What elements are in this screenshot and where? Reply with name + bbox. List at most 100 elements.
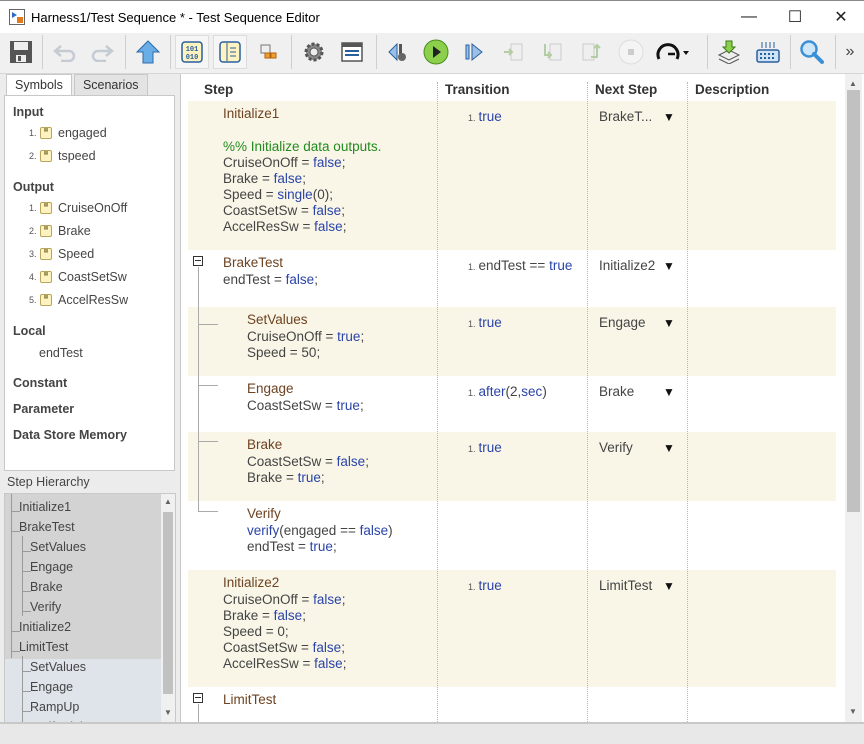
step-name[interactable]: Brake (247, 437, 282, 452)
show-in-model-button[interactable] (252, 35, 286, 69)
symbol-item[interactable]: 3. ▦ Speed (29, 247, 94, 261)
close-button[interactable]: ✕ (818, 0, 864, 33)
step-action-line[interactable]: CruiseOnOff = false; (223, 592, 345, 608)
transition-condition[interactable]: 1. true (468, 578, 502, 593)
step-action-line[interactable]: Brake = false; (223, 171, 306, 187)
transition-condition[interactable]: 1. after(2,sec) (468, 384, 547, 399)
step-action-line[interactable]: CoastSetSw = true; (247, 398, 364, 414)
dropdown-arrow-icon[interactable]: ▼ (663, 110, 675, 124)
transition-condition[interactable]: 1. true (468, 109, 502, 124)
step-action-line[interactable]: CruiseOnOff = true; (247, 329, 364, 345)
transition-condition[interactable]: 1. true (468, 315, 502, 330)
hierarchy-item[interactable]: Engage (30, 677, 73, 697)
section-input[interactable]: Input (13, 105, 44, 119)
maximize-button[interactable]: ☐ (772, 0, 818, 33)
hierarchy-item[interactable]: Brake (30, 577, 63, 597)
symbol-item[interactable]: 1. ▦ engaged (29, 126, 107, 140)
step-name[interactable]: BrakeTest (223, 255, 283, 270)
hierarchy-item[interactable]: SetValues (30, 657, 86, 677)
step-back-button[interactable] (381, 35, 415, 69)
symbol-item[interactable]: 2. ▦ tspeed (29, 149, 96, 163)
step-hierarchy-button[interactable] (213, 35, 247, 69)
scroll-down-icon[interactable]: ▼ (164, 708, 172, 717)
scrollbar-thumb[interactable] (847, 90, 860, 512)
transition-condition[interactable]: 1. endTest == true (468, 258, 572, 273)
dropdown-arrow-icon[interactable]: ▼ (663, 441, 675, 455)
next-step-select[interactable]: Verify (599, 440, 633, 455)
step-action-line[interactable]: verify(engaged == false) (247, 523, 393, 539)
column-header-step[interactable]: Step (204, 82, 233, 97)
step-over-button[interactable] (535, 35, 569, 69)
step-action-line[interactable]: Brake = false; (223, 608, 306, 624)
collapse-limittest-icon[interactable] (193, 693, 203, 703)
step-action-line[interactable]: AccelResSw = false; (223, 219, 346, 235)
column-header-description[interactable]: Description (695, 82, 769, 97)
simulation-pacing-button[interactable] (652, 35, 696, 69)
next-step-select[interactable]: LimitTest (599, 578, 652, 593)
section-local[interactable]: Local (13, 324, 46, 338)
step-action-line[interactable]: CoastSetSw = false; (223, 203, 345, 219)
stop-button[interactable] (614, 35, 648, 69)
table-view-button[interactable] (335, 35, 369, 69)
step-action-line[interactable]: endTest = true; (247, 539, 337, 555)
scroll-up-icon[interactable]: ▲ (849, 79, 857, 88)
step-name[interactable]: SetValues (247, 312, 308, 327)
step-row-limittest[interactable] (188, 687, 836, 724)
hierarchy-item[interactable]: Initialize2 (19, 617, 71, 637)
hierarchy-item[interactable]: Initialize1 (19, 497, 71, 517)
symbol-item[interactable]: endTest (39, 346, 83, 360)
toolbar-overflow-button[interactable]: » (838, 35, 862, 69)
column-header-next-step[interactable]: Next Step (595, 82, 657, 97)
step-action-line[interactable]: AccelResSw = false; (223, 656, 346, 672)
next-step-select[interactable]: Engage (599, 315, 646, 330)
dropdown-arrow-icon[interactable]: ▼ (663, 259, 675, 273)
hierarchy-item[interactable]: SetValues (30, 537, 86, 557)
data-panel-button[interactable]: 101 010 (175, 35, 209, 69)
find-button[interactable] (795, 35, 829, 69)
undo-button[interactable] (48, 35, 82, 69)
section-output[interactable]: Output (13, 180, 54, 194)
dropdown-arrow-icon[interactable]: ▼ (663, 316, 675, 330)
redo-button[interactable] (85, 35, 119, 69)
step-action-line[interactable]: Brake = true; (247, 470, 325, 486)
scroll-down-icon[interactable]: ▼ (849, 707, 857, 716)
minimize-button[interactable]: — (726, 0, 772, 33)
next-step-select[interactable]: Brake (599, 384, 634, 399)
save-button[interactable] (4, 35, 38, 69)
scrollbar-thumb[interactable] (163, 512, 173, 694)
step-out-button[interactable] (575, 35, 609, 69)
collapse-braketest-icon[interactable] (193, 256, 203, 266)
keyboard-button[interactable] (751, 35, 785, 69)
step-action-line[interactable]: CoastSetSw = false; (247, 454, 369, 470)
next-step-select[interactable]: Initialize2 (599, 258, 655, 273)
hierarchy-item[interactable]: RampUp (30, 697, 79, 717)
scroll-up-icon[interactable]: ▲ (164, 497, 172, 506)
symbol-item[interactable]: 1. ▦ CruiseOnOff (29, 201, 127, 215)
settings-button[interactable] (297, 35, 331, 69)
go-to-parent-button[interactable] (131, 35, 165, 69)
symbol-item[interactable]: 5. ▦ AccelResSw (29, 293, 128, 307)
dropdown-arrow-icon[interactable]: ▼ (663, 579, 675, 593)
hierarchy-scrollbar[interactable]: ▲ ▼ (161, 494, 175, 722)
step-action-line[interactable]: Speed = 0; (223, 624, 289, 640)
hierarchy-item[interactable]: Engage (30, 557, 73, 577)
section-parameter[interactable]: Parameter (13, 402, 74, 416)
step-action-line[interactable]: endTest = false; (223, 272, 318, 288)
run-button[interactable] (419, 35, 453, 69)
step-in-button[interactable] (496, 35, 530, 69)
dropdown-arrow-icon[interactable]: ▼ (663, 385, 675, 399)
step-name[interactable]: Engage (247, 381, 294, 396)
tab-symbols[interactable]: Symbols (6, 74, 72, 97)
step-name[interactable]: LimitTest (223, 692, 276, 707)
step-action-line[interactable]: CoastSetSw = false; (223, 640, 345, 656)
step-action-line[interactable]: Speed = single(0); (223, 187, 333, 203)
import-button[interactable] (712, 35, 746, 69)
tab-scenarios[interactable]: Scenarios (73, 74, 148, 96)
step-action-line[interactable]: Speed = 50; (247, 345, 320, 361)
step-name[interactable]: Verify (247, 506, 281, 521)
table-scrollbar[interactable]: ▲ ▼ (845, 74, 862, 722)
hierarchy-item[interactable]: BrakeTest (19, 517, 75, 537)
symbol-item[interactable]: 4. ▦ CoastSetSw (29, 270, 127, 284)
step-name[interactable]: Initialize1 (223, 106, 279, 121)
step-name[interactable]: Initialize2 (223, 575, 279, 590)
